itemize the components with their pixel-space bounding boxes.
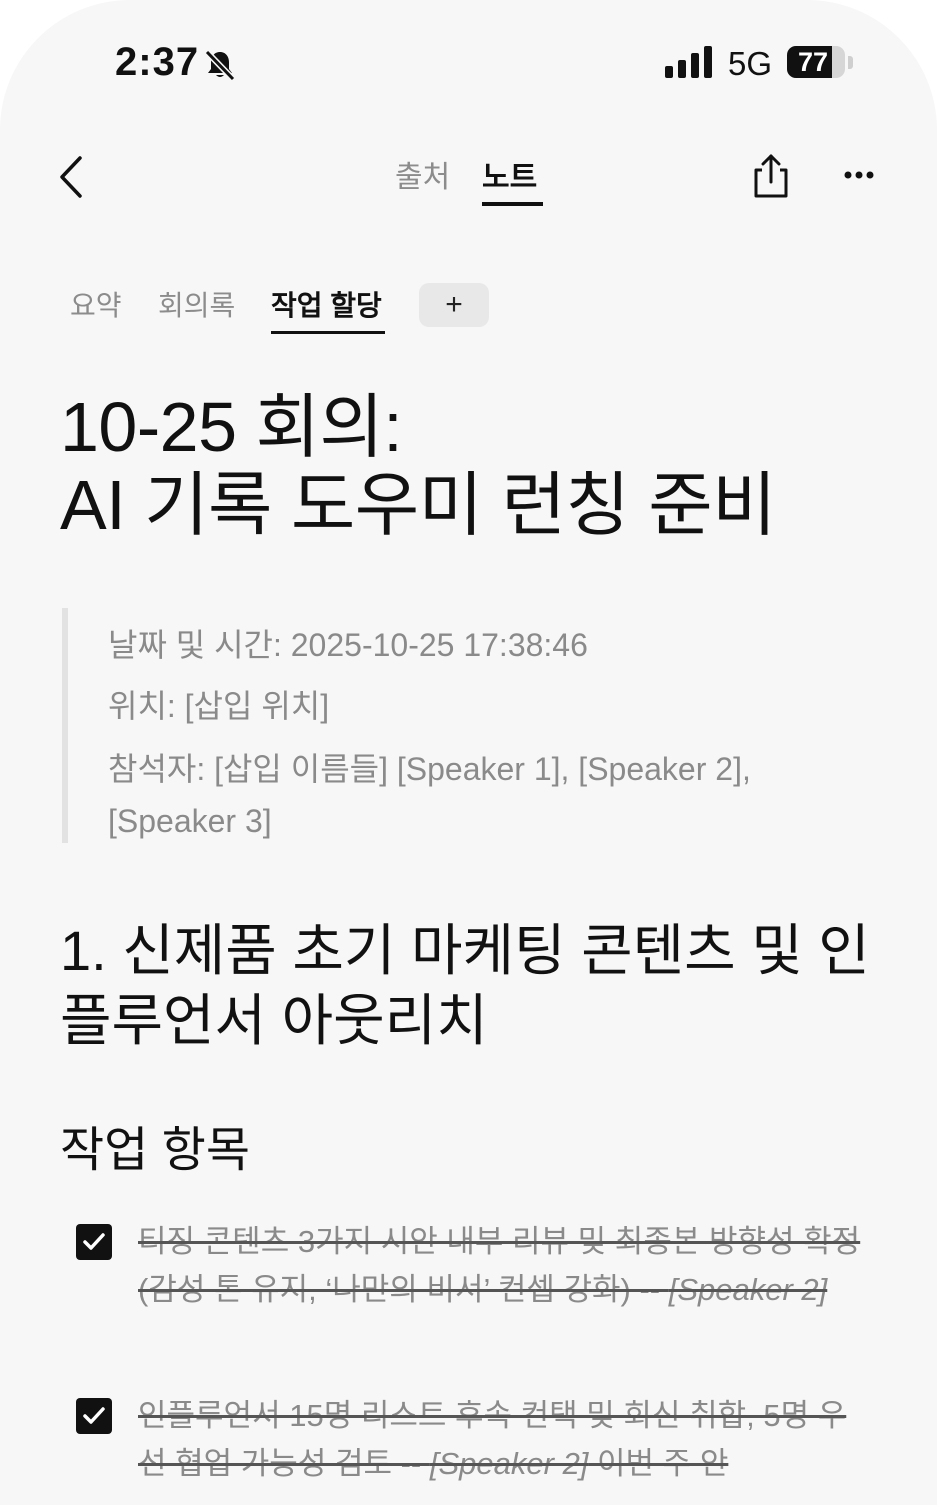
active-subtab-indicator <box>271 331 385 334</box>
cellular-signal-icon <box>665 46 712 78</box>
note-title: 10-25 회의: AI 기록 도우미 런칭 준비 <box>60 388 900 544</box>
subtab-minutes[interactable]: 회의록 <box>158 284 235 324</box>
task-text[interactable]: 인플루언서 15명 리스트 후속 컨택 및 회신 취합, 5명 우선 협업 가능… <box>138 1392 868 1488</box>
task-checkbox[interactable] <box>76 1398 112 1434</box>
meeting-meta-block: 날짜 및 시간: 2025-10-25 17:38:46 위치: [삽입 위치]… <box>62 608 868 843</box>
bell-off-icon <box>204 49 236 82</box>
status-time: 2:37 <box>115 40 200 84</box>
task-speaker: [Speaker 2] <box>429 1446 589 1481</box>
tab-note[interactable]: 노트 <box>482 152 537 196</box>
task-text-after: 이번 주 안 <box>588 1446 729 1481</box>
meta-attendees: 참석자: [삽입 이름들] [Speaker 1], [Speaker 2], … <box>108 751 751 839</box>
phone-screen: 2:37 5G 77 출처 노트 요약 회의록 작업 할당 + 10-25 회의… <box>0 0 937 1505</box>
checkmark-icon <box>83 1407 105 1424</box>
battery-nub <box>848 56 853 69</box>
checkmark-icon <box>83 1233 105 1250</box>
task-checkbox[interactable] <box>76 1224 112 1260</box>
task-text[interactable]: 티징 콘텐츠 3가지 시안 내부 리뷰 및 최종본 방향성 확정(감성 톤 유지… <box>138 1218 868 1314</box>
active-tab-indicator <box>482 202 543 206</box>
network-type: 5G <box>728 45 773 82</box>
task-speaker: [Speaker 2] <box>668 1272 828 1307</box>
share-icon[interactable] <box>750 152 792 200</box>
note-title-line1: 10-25 회의: <box>60 388 403 466</box>
meta-location: 위치: [삽입 위치] <box>108 688 330 724</box>
back-chevron-icon[interactable] <box>52 152 92 202</box>
battery-icon: 77 <box>787 46 845 78</box>
battery-percent: 77 <box>797 46 829 77</box>
tab-source[interactable]: 출처 <box>395 152 450 196</box>
more-icon[interactable] <box>840 160 878 190</box>
meta-datetime: 날짜 및 시간: 2025-10-25 17:38:46 <box>108 627 588 663</box>
section-heading: 1. 신제품 초기 마케팅 콘텐츠 및 인플루언서 아웃리치 <box>60 919 870 1052</box>
action-items-heading: 작업 항목 <box>60 1124 250 1177</box>
subtab-task-assignment[interactable]: 작업 할당 <box>271 284 382 324</box>
subtab-summary[interactable]: 요약 <box>70 284 122 324</box>
note-title-line2: AI 기록 도우미 런칭 준비 <box>60 466 777 544</box>
add-tab-button[interactable]: + <box>419 283 489 327</box>
